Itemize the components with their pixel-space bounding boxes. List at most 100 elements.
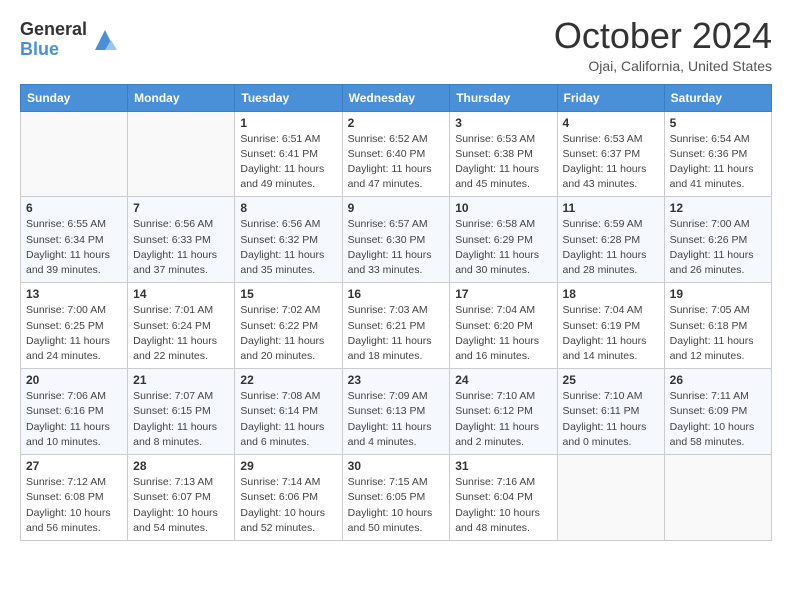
day-sunrise: Sunrise: 7:10 AM (563, 390, 643, 402)
day-daylight: Daylight: 10 hours and 58 minutes. (670, 421, 755, 448)
day-number: 14 (133, 287, 229, 301)
day-sunset: Sunset: 6:30 PM (348, 234, 426, 246)
day-sunrise: Sunrise: 6:59 AM (563, 218, 643, 230)
day-daylight: Daylight: 11 hours and 30 minutes. (455, 249, 539, 276)
day-number: 30 (348, 459, 445, 473)
month-title: October 2024 (554, 16, 772, 56)
calendar-week-row: 27 Sunrise: 7:12 AM Sunset: 6:08 PM Dayl… (21, 455, 772, 541)
day-daylight: Daylight: 11 hours and 47 minutes. (348, 163, 432, 190)
day-sunrise: Sunrise: 7:02 AM (240, 304, 320, 316)
col-thursday: Thursday (450, 84, 557, 111)
table-row: 22 Sunrise: 7:08 AM Sunset: 6:14 PM Dayl… (235, 369, 342, 455)
day-sunset: Sunset: 6:34 PM (26, 234, 104, 246)
day-daylight: Daylight: 11 hours and 22 minutes. (133, 335, 217, 362)
location: Ojai, California, United States (554, 58, 772, 74)
page: General Blue October 2024 Ojai, Californ… (0, 0, 792, 553)
day-daylight: Daylight: 11 hours and 24 minutes. (26, 335, 110, 362)
day-daylight: Daylight: 10 hours and 54 minutes. (133, 507, 218, 534)
day-sunrise: Sunrise: 7:15 AM (348, 476, 428, 488)
day-number: 6 (26, 201, 122, 215)
day-daylight: Daylight: 11 hours and 45 minutes. (455, 163, 539, 190)
header: General Blue October 2024 Ojai, Californ… (20, 16, 772, 74)
title-block: October 2024 Ojai, California, United St… (554, 16, 772, 74)
table-row: 10 Sunrise: 6:58 AM Sunset: 6:29 PM Dayl… (450, 197, 557, 283)
table-row: 16 Sunrise: 7:03 AM Sunset: 6:21 PM Dayl… (342, 283, 450, 369)
day-sunset: Sunset: 6:18 PM (670, 320, 748, 332)
day-sunset: Sunset: 6:07 PM (133, 491, 211, 503)
day-daylight: Daylight: 11 hours and 18 minutes. (348, 335, 432, 362)
day-daylight: Daylight: 11 hours and 33 minutes. (348, 249, 432, 276)
table-row: 17 Sunrise: 7:04 AM Sunset: 6:20 PM Dayl… (450, 283, 557, 369)
day-sunrise: Sunrise: 7:00 AM (26, 304, 106, 316)
col-tuesday: Tuesday (235, 84, 342, 111)
table-row: 20 Sunrise: 7:06 AM Sunset: 6:16 PM Dayl… (21, 369, 128, 455)
day-number: 16 (348, 287, 445, 301)
day-sunset: Sunset: 6:15 PM (133, 405, 211, 417)
calendar-week-row: 6 Sunrise: 6:55 AM Sunset: 6:34 PM Dayli… (21, 197, 772, 283)
table-row: 26 Sunrise: 7:11 AM Sunset: 6:09 PM Dayl… (664, 369, 771, 455)
table-row: 31 Sunrise: 7:16 AM Sunset: 6:04 PM Dayl… (450, 455, 557, 541)
day-sunset: Sunset: 6:29 PM (455, 234, 533, 246)
day-daylight: Daylight: 11 hours and 8 minutes. (133, 421, 217, 448)
logo-blue: Blue (20, 40, 87, 60)
day-sunset: Sunset: 6:28 PM (563, 234, 641, 246)
table-row: 9 Sunrise: 6:57 AM Sunset: 6:30 PM Dayli… (342, 197, 450, 283)
table-row: 2 Sunrise: 6:52 AM Sunset: 6:40 PM Dayli… (342, 111, 450, 197)
table-row: 11 Sunrise: 6:59 AM Sunset: 6:28 PM Dayl… (557, 197, 664, 283)
table-row: 3 Sunrise: 6:53 AM Sunset: 6:38 PM Dayli… (450, 111, 557, 197)
day-sunrise: Sunrise: 7:14 AM (240, 476, 320, 488)
calendar: Sunday Monday Tuesday Wednesday Thursday… (20, 84, 772, 541)
day-sunrise: Sunrise: 6:53 AM (563, 133, 643, 145)
day-number: 26 (670, 373, 766, 387)
day-sunset: Sunset: 6:26 PM (670, 234, 748, 246)
table-row: 13 Sunrise: 7:00 AM Sunset: 6:25 PM Dayl… (21, 283, 128, 369)
day-sunrise: Sunrise: 7:16 AM (455, 476, 535, 488)
day-sunset: Sunset: 6:04 PM (455, 491, 533, 503)
table-row: 6 Sunrise: 6:55 AM Sunset: 6:34 PM Dayli… (21, 197, 128, 283)
table-row: 18 Sunrise: 7:04 AM Sunset: 6:19 PM Dayl… (557, 283, 664, 369)
day-sunrise: Sunrise: 6:55 AM (26, 218, 106, 230)
table-row (557, 455, 664, 541)
day-daylight: Daylight: 11 hours and 28 minutes. (563, 249, 647, 276)
table-row: 27 Sunrise: 7:12 AM Sunset: 6:08 PM Dayl… (21, 455, 128, 541)
day-number: 29 (240, 459, 336, 473)
day-sunrise: Sunrise: 6:54 AM (670, 133, 750, 145)
day-sunset: Sunset: 6:32 PM (240, 234, 318, 246)
table-row: 4 Sunrise: 6:53 AM Sunset: 6:37 PM Dayli… (557, 111, 664, 197)
day-sunrise: Sunrise: 6:57 AM (348, 218, 428, 230)
table-row: 14 Sunrise: 7:01 AM Sunset: 6:24 PM Dayl… (128, 283, 235, 369)
logo: General Blue (20, 20, 119, 60)
day-number: 27 (26, 459, 122, 473)
day-sunrise: Sunrise: 7:03 AM (348, 304, 428, 316)
table-row: 25 Sunrise: 7:10 AM Sunset: 6:11 PM Dayl… (557, 369, 664, 455)
day-daylight: Daylight: 11 hours and 37 minutes. (133, 249, 217, 276)
day-sunrise: Sunrise: 6:52 AM (348, 133, 428, 145)
day-sunrise: Sunrise: 6:58 AM (455, 218, 535, 230)
calendar-week-row: 20 Sunrise: 7:06 AM Sunset: 6:16 PM Dayl… (21, 369, 772, 455)
day-daylight: Daylight: 11 hours and 12 minutes. (670, 335, 754, 362)
table-row: 24 Sunrise: 7:10 AM Sunset: 6:12 PM Dayl… (450, 369, 557, 455)
day-sunrise: Sunrise: 7:04 AM (455, 304, 535, 316)
col-friday: Friday (557, 84, 664, 111)
day-sunset: Sunset: 6:41 PM (240, 148, 318, 160)
day-number: 12 (670, 201, 766, 215)
day-sunset: Sunset: 6:37 PM (563, 148, 641, 160)
day-sunrise: Sunrise: 6:53 AM (455, 133, 535, 145)
day-sunrise: Sunrise: 7:08 AM (240, 390, 320, 402)
day-sunset: Sunset: 6:09 PM (670, 405, 748, 417)
day-sunset: Sunset: 6:14 PM (240, 405, 318, 417)
day-sunrise: Sunrise: 6:51 AM (240, 133, 320, 145)
day-sunset: Sunset: 6:22 PM (240, 320, 318, 332)
table-row: 5 Sunrise: 6:54 AM Sunset: 6:36 PM Dayli… (664, 111, 771, 197)
logo-general: General (20, 20, 87, 40)
day-number: 24 (455, 373, 551, 387)
day-number: 4 (563, 116, 659, 130)
day-daylight: Daylight: 11 hours and 16 minutes. (455, 335, 539, 362)
day-daylight: Daylight: 10 hours and 56 minutes. (26, 507, 111, 534)
table-row (128, 111, 235, 197)
day-sunset: Sunset: 6:40 PM (348, 148, 426, 160)
day-sunset: Sunset: 6:25 PM (26, 320, 104, 332)
day-number: 21 (133, 373, 229, 387)
day-sunrise: Sunrise: 6:56 AM (133, 218, 213, 230)
day-sunset: Sunset: 6:12 PM (455, 405, 533, 417)
